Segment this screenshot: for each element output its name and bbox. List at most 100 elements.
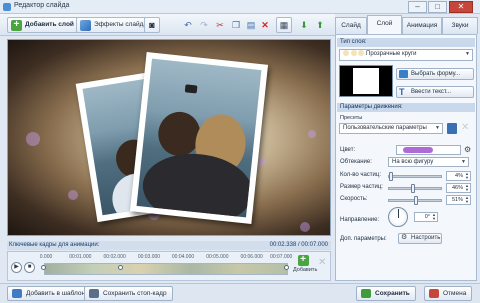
slide-canvas[interactable] (7, 39, 331, 236)
add-layer-button[interactable]: + Добавить слой (7, 17, 79, 33)
slide-effects-label: Эффекты слайда (94, 21, 148, 28)
shape-icon (399, 70, 408, 78)
keyframe-marker[interactable] (41, 265, 46, 270)
particle-count-slider[interactable] (388, 172, 442, 181)
add-keyframe-button[interactable]: + Добавить (293, 255, 317, 279)
title-bar: Редактор слайда – □ ✕ (0, 0, 480, 14)
chevron-down-icon: ▼ (435, 125, 440, 131)
speed-value[interactable]: 51% ▲ ▼ (446, 195, 471, 205)
delete-preset-icon[interactable]: ✕ (461, 122, 469, 133)
color-swatch (403, 147, 433, 153)
enter-text-button[interactable]: T Ввести текст... (396, 86, 474, 98)
particle (300, 222, 310, 232)
spinner-icon[interactable]: ▲ ▼ (465, 184, 469, 192)
camera-icon[interactable]: ◙ (144, 17, 160, 33)
slider-knob[interactable] (413, 196, 418, 205)
save-stop-frame-button[interactable]: Сохранить стоп-кадр (84, 286, 173, 301)
maximize-button[interactable]: □ (428, 1, 447, 13)
configure-button[interactable]: ⚙ Настроить (398, 233, 442, 244)
cancel-label: Отмена (443, 290, 467, 297)
tab-animation[interactable]: Анимация (402, 17, 442, 34)
tick-label: 00:01.000 (69, 254, 92, 260)
layer-shape-select[interactable]: Прозрачные круги ▼ (339, 49, 473, 61)
layer-shape-value: Прозрачные круги (366, 51, 417, 57)
redo-icon[interactable]: ↷ (196, 17, 212, 33)
circle-icon (358, 50, 365, 57)
direction-dial[interactable] (388, 207, 408, 227)
chevron-down-icon: ▼ (465, 51, 470, 57)
particle (68, 190, 78, 200)
play-button[interactable]: ▶ (11, 262, 22, 273)
save-label: Сохранить (375, 290, 410, 297)
particle-size-value[interactable]: 46% ▲ ▼ (446, 183, 471, 193)
direction-value[interactable]: 0° ▲ ▼ (414, 212, 438, 222)
timeline-track[interactable] (44, 263, 288, 275)
particle-size-slider[interactable] (388, 184, 442, 193)
particle (258, 158, 266, 166)
template-icon (12, 289, 22, 298)
app-icon (3, 3, 11, 11)
toolbar: + Добавить слой Эффекты слайда ◙ ↶ ↷ ✂ ❐… (0, 14, 335, 36)
spinner-icon[interactable]: ▲ ▼ (465, 172, 469, 180)
tick-label: 00:04.000 (171, 254, 195, 260)
move-up-icon[interactable]: ⬆ (312, 17, 328, 33)
keyframe-marker[interactable] (284, 265, 289, 270)
particle-count-value[interactable]: 4% ▲ ▼ (446, 171, 471, 181)
tab-sounds[interactable]: Звуки (442, 17, 478, 34)
direction-label: Направление: (340, 217, 380, 223)
cancel-button[interactable]: Отмена (424, 286, 473, 301)
move-down-icon[interactable]: ⬇ (296, 17, 312, 33)
speed-slider[interactable] (388, 196, 442, 205)
close-button[interactable]: ✕ (449, 1, 473, 13)
wrap-select[interactable]: На всю фигуру ▼ (388, 157, 469, 167)
particle-size-label: Размер частиц: (340, 184, 383, 190)
spinner-icon[interactable]: ▲ ▼ (465, 196, 469, 204)
save-stop-frame-label: Сохранить стоп-кадр (103, 290, 167, 297)
add-to-templates-button[interactable]: Добавить в шаблоны (7, 286, 96, 301)
add-keyframe-label: Добавить (293, 267, 318, 273)
enter-text-label: Ввести текст... (411, 89, 452, 95)
check-icon (361, 289, 371, 298)
window-title: Редактор слайда (14, 2, 70, 9)
slider-knob[interactable] (410, 184, 415, 193)
properties-panel: Тип слоя: Прозрачные круги ▼ Выбрать фор… (335, 34, 477, 281)
configure-label: Настроить (411, 235, 441, 241)
shape-preview (339, 65, 393, 97)
spinner-icon[interactable]: ▲ ▼ (432, 213, 436, 221)
speed-label: Скорость: (340, 196, 368, 202)
align-icon[interactable]: ▦ (276, 17, 292, 33)
wrap-value: На всю фигуру (392, 159, 434, 165)
save-button[interactable]: Сохранить (356, 286, 416, 301)
save-preset-icon[interactable] (447, 123, 457, 134)
tick-label: 00:06.000 (240, 254, 263, 260)
minimize-button[interactable]: – (408, 1, 427, 13)
frame-icon (89, 289, 99, 298)
cut-icon[interactable]: ✂ (212, 17, 228, 33)
undo-icon[interactable]: ↶ (180, 17, 196, 33)
keyframe-marker[interactable] (118, 265, 123, 270)
choose-shape-label: Выбрать форму... (411, 71, 461, 77)
preset-select[interactable]: Пользовательские параметры ▼ (339, 123, 443, 134)
delete-icon[interactable]: ✕ (257, 17, 273, 33)
add-layer-label: Добавить слой (25, 21, 74, 28)
choose-shape-button[interactable]: Выбрать форму... (396, 68, 474, 80)
slide-effects-button[interactable]: Эффекты слайда (76, 17, 153, 33)
tick-label: 0.000 (39, 254, 53, 260)
circle-icon (350, 50, 357, 57)
color-settings-icon[interactable]: ⚙ (464, 145, 471, 154)
circle-icon (343, 50, 349, 57)
tab-slide[interactable]: Слайд (335, 17, 367, 34)
stop-button[interactable]: ■ (24, 262, 35, 273)
keyframes-title: Ключевые кадры для анимации: (9, 242, 100, 248)
tab-bar: Слайд Слой Анимация Звуки (335, 14, 480, 34)
copy-icon[interactable]: ❐ (228, 17, 244, 33)
delete-keyframe-icon[interactable]: ✕ (318, 258, 328, 268)
color-picker[interactable] (396, 145, 461, 155)
add-icon: + (297, 255, 309, 266)
tab-layer[interactable]: Слой (367, 15, 402, 34)
slider-knob[interactable] (389, 172, 394, 181)
gear-icon: ⚙ (401, 234, 408, 241)
keyframes-header: Ключевые кадры для анимации: 00:02.338 /… (7, 241, 331, 250)
time-display: 00:02.338 / 00:07.000 (269, 242, 328, 248)
photo-front[interactable] (129, 52, 269, 224)
